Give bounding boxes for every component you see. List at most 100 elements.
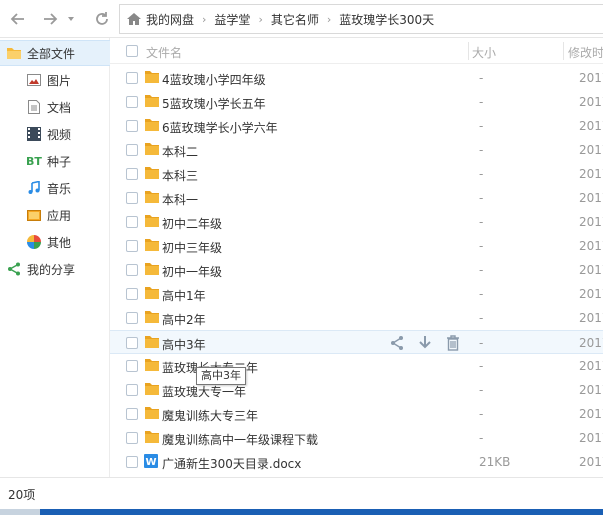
table-row[interactable]: 高中2年 - 2017 bbox=[110, 306, 603, 330]
sidebar-item-documents[interactable]: 文档 bbox=[0, 94, 110, 120]
column-divider[interactable] bbox=[563, 42, 564, 60]
table-row[interactable]: 初中三年级 - 2017 bbox=[110, 234, 603, 258]
item-count: 20项 bbox=[8, 488, 36, 502]
word-doc-icon: W bbox=[144, 454, 160, 468]
file-name[interactable]: 本科三 bbox=[162, 167, 198, 184]
table-row[interactable]: 本科三 - 2017 bbox=[110, 162, 603, 186]
select-all-checkbox[interactable] bbox=[126, 45, 138, 57]
file-name[interactable]: 高中3年 bbox=[162, 336, 206, 353]
sidebar-item-apps[interactable]: 应用 bbox=[0, 202, 110, 228]
share-icon[interactable] bbox=[388, 334, 406, 352]
row-checkbox[interactable] bbox=[126, 360, 138, 372]
table-row[interactable]: 魔鬼训练高中一年级课程下载 - 2017 bbox=[110, 426, 603, 450]
row-checkbox[interactable] bbox=[126, 432, 138, 444]
download-icon[interactable] bbox=[416, 334, 434, 352]
row-checkbox[interactable] bbox=[126, 72, 138, 84]
sidebar-item-others[interactable]: 其他 bbox=[0, 229, 110, 255]
column-header-date[interactable]: 修改时 bbox=[568, 44, 603, 61]
row-checkbox[interactable] bbox=[126, 288, 138, 300]
sidebar-item-torrents[interactable]: BT 种子 bbox=[0, 148, 110, 174]
chevron-down-icon[interactable] bbox=[64, 9, 78, 29]
file-name[interactable]: 6蓝玫瑰学长小学六年 bbox=[162, 119, 278, 136]
row-checkbox[interactable] bbox=[126, 384, 138, 396]
table-row[interactable]: 4蓝玫瑰小学四年级 - 2017 bbox=[110, 66, 603, 90]
sidebar-item-label: 应用 bbox=[47, 208, 72, 223]
refresh-icon[interactable] bbox=[92, 9, 112, 29]
file-name[interactable]: 蓝玫瑰大专一年 bbox=[162, 383, 246, 400]
back-arrow-icon[interactable] bbox=[8, 9, 28, 29]
file-name[interactable]: 初中二年级 bbox=[162, 215, 222, 232]
sidebar-item-my-share[interactable]: 我的分享 bbox=[0, 256, 110, 282]
forward-arrow-icon[interactable] bbox=[40, 9, 60, 29]
file-name[interactable]: 初中三年级 bbox=[162, 239, 222, 256]
file-size: - bbox=[479, 95, 484, 109]
file-modified-date: 2017 bbox=[579, 143, 603, 157]
row-checkbox[interactable] bbox=[126, 96, 138, 108]
breadcrumb-separator-icon: › bbox=[202, 12, 207, 26]
table-row[interactable]: 高中1年 - 2017 bbox=[110, 282, 603, 306]
sidebar-item-all-files[interactable]: 全部文件 bbox=[0, 40, 110, 66]
document-icon bbox=[26, 99, 42, 115]
table-row[interactable]: 魔鬼训练大专三年 - 2017 bbox=[110, 402, 603, 426]
folder-icon bbox=[144, 430, 160, 444]
table-row[interactable]: 本科一 - 2017 bbox=[110, 186, 603, 210]
column-header-size[interactable]: 大小 bbox=[472, 44, 496, 61]
file-size: - bbox=[479, 143, 484, 157]
file-name[interactable]: 4蓝玫瑰小学四年级 bbox=[162, 71, 266, 88]
file-name[interactable]: 广通新生300天目录.docx bbox=[162, 455, 301, 472]
folder-icon bbox=[144, 94, 160, 108]
delete-icon[interactable] bbox=[444, 334, 462, 352]
file-name[interactable]: 魔鬼训练大专三年 bbox=[162, 407, 258, 424]
home-icon[interactable] bbox=[126, 12, 142, 26]
taskbar bbox=[0, 509, 603, 515]
table-row[interactable]: 本科二 - 2017 bbox=[110, 138, 603, 162]
breadcrumb-item-yixuetang[interactable]: 益学堂 bbox=[214, 11, 250, 28]
row-checkbox[interactable] bbox=[126, 192, 138, 204]
sidebar-item-label: 图片 bbox=[47, 73, 72, 88]
file-name[interactable]: 本科二 bbox=[162, 143, 198, 160]
row-checkbox[interactable] bbox=[126, 456, 138, 468]
table-row[interactable]: 蓝玫瑰长大专二年-2017 bbox=[110, 354, 603, 378]
folder-icon bbox=[144, 214, 160, 228]
file-name[interactable]: 5蓝玫瑰小学长五年 bbox=[162, 95, 266, 112]
file-size: - bbox=[479, 431, 484, 445]
taskbar-button[interactable] bbox=[0, 509, 40, 515]
table-row[interactable]: 5蓝玫瑰小学长五年 - 2017 bbox=[110, 90, 603, 114]
sidebar-item-music[interactable]: 音乐 bbox=[0, 175, 110, 201]
row-checkbox[interactable] bbox=[126, 264, 138, 276]
video-icon bbox=[26, 126, 42, 142]
row-checkbox[interactable] bbox=[126, 240, 138, 252]
table-row[interactable]: 高中3年 - 2017 bbox=[110, 330, 603, 354]
file-modified-date: 2017 bbox=[579, 191, 603, 205]
table-row[interactable]: 初中一年级 - 2017 bbox=[110, 258, 603, 282]
table-row[interactable]: 蓝玫瑰大专一年 - 2017 bbox=[110, 378, 603, 402]
row-checkbox[interactable] bbox=[126, 337, 138, 349]
row-checkbox[interactable] bbox=[126, 216, 138, 228]
file-modified-date: 2017 bbox=[579, 431, 603, 445]
table-row[interactable]: 6蓝玫瑰学长小学六年 - 2017 bbox=[110, 114, 603, 138]
sidebar-item-images[interactable]: 图片 bbox=[0, 67, 110, 93]
music-icon bbox=[26, 180, 42, 196]
column-header-name[interactable]: 文件名 bbox=[146, 44, 182, 61]
breadcrumb-item-other-teachers[interactable]: 其它名师 bbox=[271, 11, 319, 28]
table-row[interactable]: W 广通新生300天目录.docx 21KB 2017 bbox=[110, 450, 603, 474]
row-checkbox[interactable] bbox=[126, 312, 138, 324]
row-checkbox[interactable] bbox=[126, 408, 138, 420]
row-checkbox[interactable] bbox=[126, 168, 138, 180]
status-bar: 20项 bbox=[0, 477, 603, 509]
breadcrumb-item-current[interactable]: 蓝玫瑰学长300天 bbox=[339, 11, 434, 28]
file-modified-date: 2017 bbox=[579, 95, 603, 109]
breadcrumb-item-my-disk[interactable]: 我的网盘 bbox=[146, 11, 194, 28]
column-divider[interactable] bbox=[468, 42, 469, 60]
sidebar-item-videos[interactable]: 视频 bbox=[0, 121, 110, 147]
folder-icon bbox=[144, 382, 160, 396]
file-name[interactable]: 初中一年级 bbox=[162, 263, 222, 280]
table-row[interactable]: 初中二年级 - 2017 bbox=[110, 210, 603, 234]
file-modified-date: 2017 bbox=[579, 407, 603, 421]
row-checkbox[interactable] bbox=[126, 120, 138, 132]
row-checkbox[interactable] bbox=[126, 144, 138, 156]
file-name[interactable]: 高中1年 bbox=[162, 287, 206, 304]
file-name[interactable]: 魔鬼训练高中一年级课程下载 bbox=[162, 431, 318, 448]
file-name[interactable]: 高中2年 bbox=[162, 311, 206, 328]
file-name[interactable]: 本科一 bbox=[162, 191, 198, 208]
